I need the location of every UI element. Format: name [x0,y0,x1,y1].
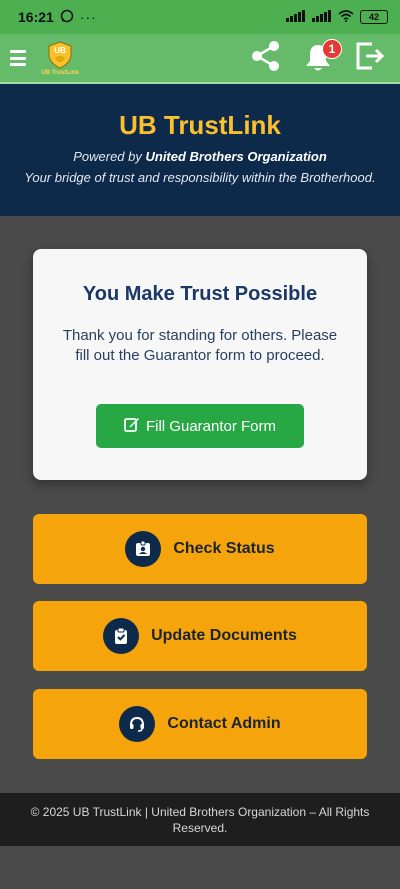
fill-guarantor-form-label: Fill Guarantor Form [145,417,277,435]
fill-guarantor-form-button[interactable]: Fill Guarantor Form [96,404,304,448]
footer-copyright: © 2025 UB TrustLink | United Brothers Or… [30,805,370,835]
notifications-button[interactable]: 1 [302,39,342,74]
logout-icon[interactable] [354,40,386,77]
svg-text:UB: UB [54,46,66,55]
menu-icon[interactable] [10,50,26,66]
edit-icon [124,416,140,436]
signal-icon-2 [312,9,332,25]
shield-logo-icon: UB [48,40,72,69]
whatsapp-icon [60,9,74,26]
powered-org: United Brothers Organization [145,149,327,164]
check-status-button[interactable]: Check Status [33,514,367,584]
headset-icon [119,706,156,742]
status-time: 16:21 [18,9,54,25]
app-logo[interactable]: UB UB TrustLink [38,40,82,76]
hero-powered-by: Powered by United Brothers Organization [0,149,400,164]
app-bar: UB UB TrustLink 1 [0,34,400,84]
status-bar: 16:21 ··· 42 [0,0,400,34]
card-title: You Make Trust Possible [82,283,318,305]
powered-prefix: Powered by [73,149,146,164]
update-documents-button[interactable]: Update Documents [33,601,367,671]
footer: © 2025 UB TrustLink | United Brothers Or… [0,793,400,846]
status-more-dots: ··· [79,9,97,25]
contact-admin-label: Contact Admin [167,715,281,732]
notification-badge: 1 [322,39,342,59]
contact-admin-button[interactable]: Contact Admin [33,689,367,759]
id-badge-icon [125,531,162,567]
share-icon[interactable] [250,40,282,77]
hero-title: UB TrustLink [119,110,281,140]
hero-tagline: Your bridge of trust and responsibility … [24,170,376,185]
update-documents-label: Update Documents [151,627,297,644]
hero-banner: UB TrustLink Powered by United Brothers … [0,84,400,216]
check-status-label: Check Status [173,540,275,557]
signal-icon [286,9,306,25]
battery-icon: 42 [360,10,388,24]
card-body-text: Thank you for standing for others. Pleas… [62,327,338,364]
wifi-icon [338,9,354,25]
logo-text: UB TrustLink [41,69,79,76]
clipboard-check-icon [103,618,140,654]
guarantor-card: You Make Trust Possible Thank you for st… [33,249,367,480]
